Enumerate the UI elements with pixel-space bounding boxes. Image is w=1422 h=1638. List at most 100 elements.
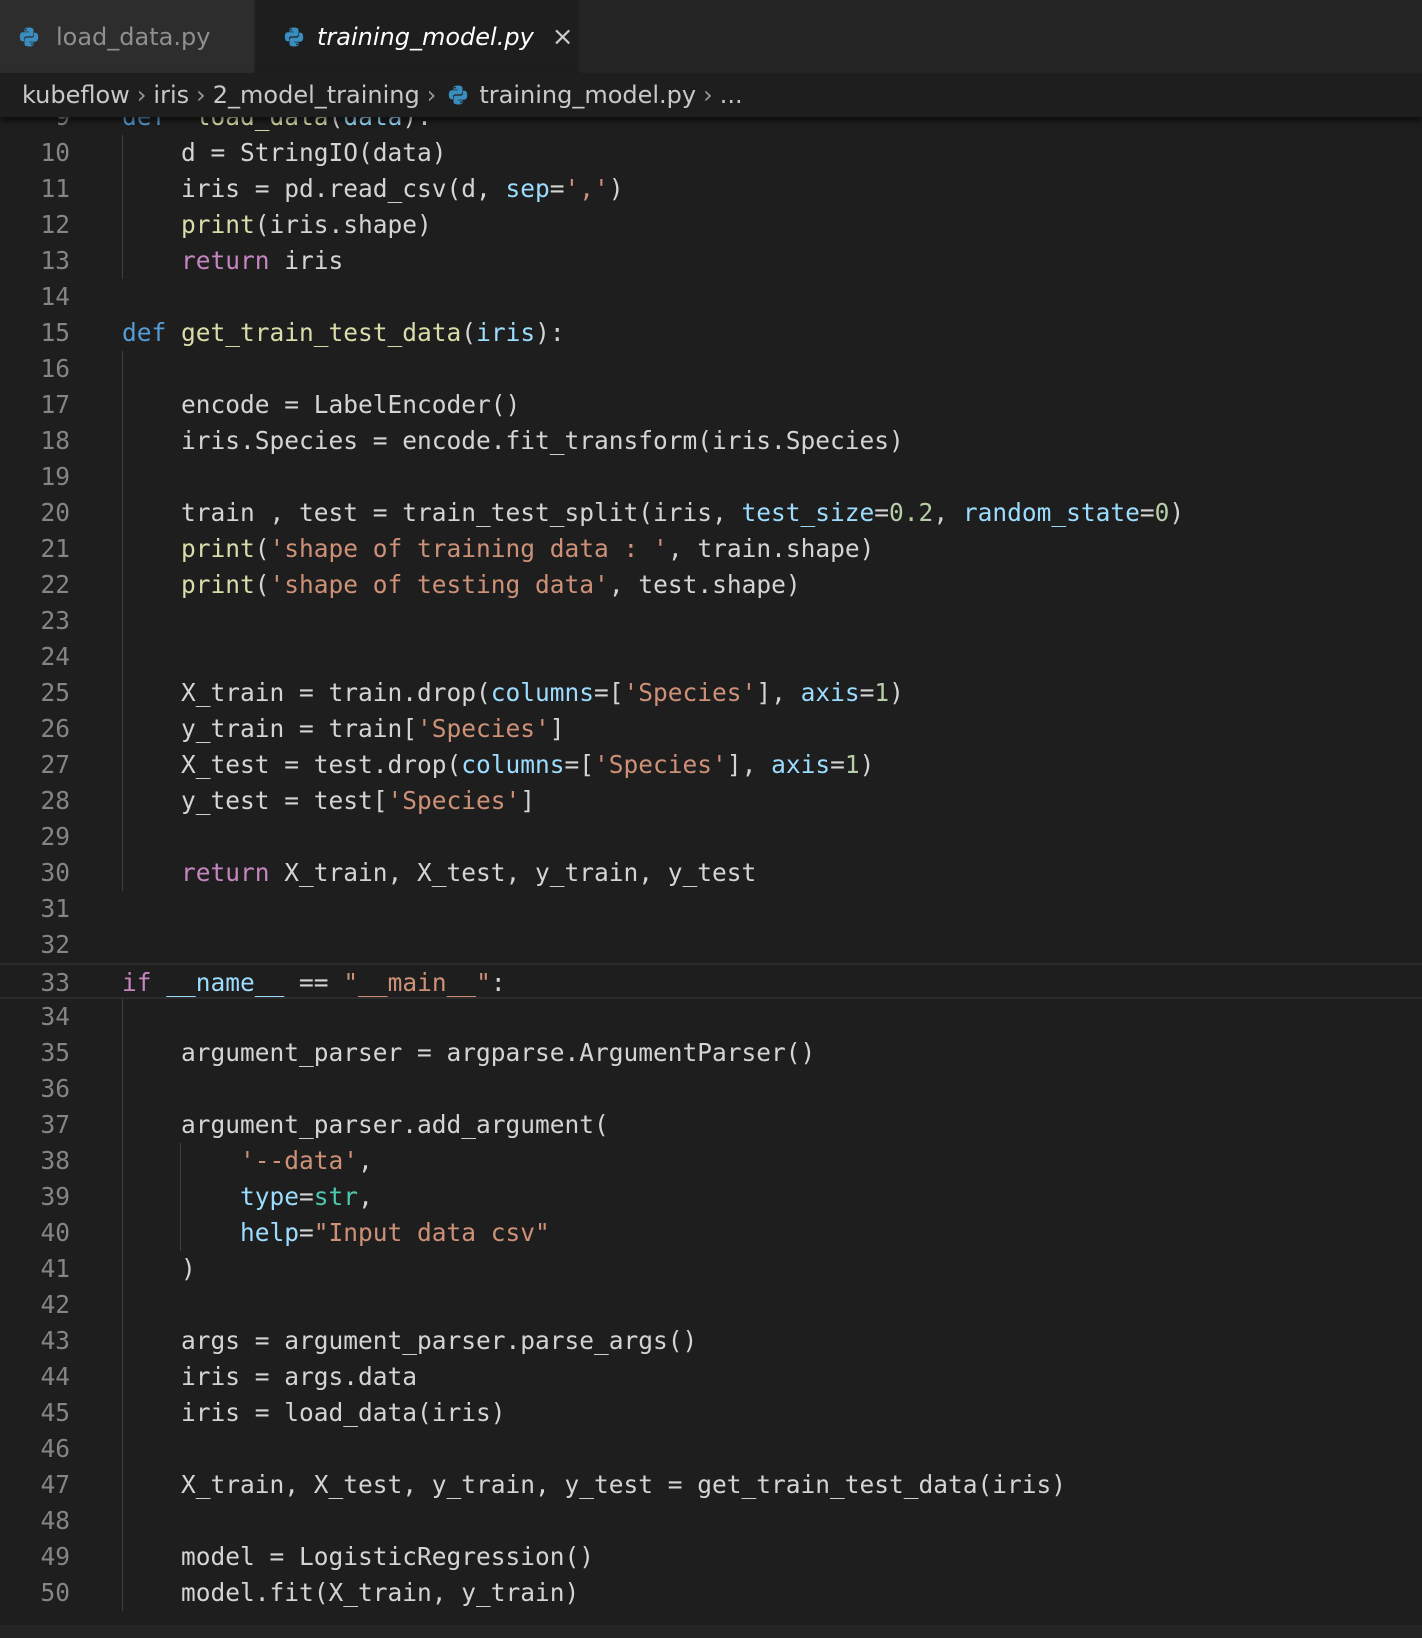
indent-guide [122, 135, 123, 279]
code-line[interactable]: 50 model.fit(X_train, y_train) [0, 1575, 1422, 1611]
code-line[interactable]: 10 d = StringIO(data) [0, 135, 1422, 171]
code-line[interactable]: 26 y_train = train['Species'] [0, 711, 1422, 747]
code-line[interactable]: 37 argument_parser.add_argument( [0, 1107, 1422, 1143]
code-line[interactable]: 35 argument_parser = argparse.ArgumentPa… [0, 1035, 1422, 1071]
code-line[interactable]: 43 args = argument_parser.parse_args() [0, 1323, 1422, 1359]
code-token: argument_parser.add_argument( [122, 1110, 609, 1139]
code-line[interactable]: 49 model = LogisticRegression() [0, 1539, 1422, 1575]
code-line[interactable]: 13 return iris [0, 243, 1422, 279]
breadcrumb-item[interactable]: ... [720, 81, 743, 109]
code-line[interactable]: 48 [0, 1503, 1422, 1539]
line-number: 11 [40, 174, 70, 203]
line-number: 14 [40, 282, 70, 311]
code-line[interactable]: 39 type=str, [0, 1179, 1422, 1215]
code-line[interactable]: 34 [0, 999, 1422, 1035]
code-token: y_test = test[ [122, 786, 388, 815]
code-line[interactable]: 17 encode = LabelEncoder() [0, 387, 1422, 423]
code-text: print('shape of training data : ', train… [122, 531, 874, 567]
code-token: 1 [874, 678, 890, 707]
code-token: "Input data csv" [313, 1218, 550, 1247]
line-number: 25 [40, 678, 70, 707]
code-token: test_size [741, 498, 875, 527]
code-line[interactable]: 41 ) [0, 1251, 1422, 1287]
code-line[interactable]: 15 def get_train_test_data(iris): [0, 315, 1422, 351]
code-token: load_data [196, 117, 329, 131]
code-token: : [490, 968, 506, 997]
code-token: ], [756, 678, 801, 707]
code-line[interactable]: 31 [0, 891, 1422, 927]
code-text: X_test = test.drop(columns=['Species'], … [122, 747, 874, 783]
code-text: iris = args.data [122, 1359, 417, 1395]
code-line[interactable]: 22 print('shape of testing data', test.s… [0, 567, 1422, 603]
code-line[interactable]: 21 print('shape of training data : ', tr… [0, 531, 1422, 567]
code-line[interactable]: 19 [0, 459, 1422, 495]
code-line[interactable]: 45 iris = load_data(iris) [0, 1395, 1422, 1431]
code-token: 0.2 [889, 498, 934, 527]
code-token: return [181, 246, 270, 275]
code-line[interactable]: 44 iris = args.data [0, 1359, 1422, 1395]
breadcrumb-item[interactable]: 2_model_training [213, 81, 420, 109]
code-token: iris.Species = encode.fit_transform(iris… [122, 426, 904, 455]
breadcrumb: kubeflow › iris › 2_model_training › tra… [0, 73, 1422, 117]
code-line[interactable]: 20 train , test = train_test_split(iris,… [0, 495, 1422, 531]
code-line[interactable]: 33 if __name__ == "__main__": [0, 963, 1422, 999]
code-line[interactable]: 27 X_test = test.drop(columns=['Species'… [0, 747, 1422, 783]
line-number: 21 [40, 534, 70, 563]
tab-load-data[interactable]: load_data.py [0, 0, 255, 73]
code-token: 'Species' [623, 678, 757, 707]
line-number: 45 [40, 1398, 70, 1427]
code-line[interactable]: 18 iris.Species = encode.fit_transform(i… [0, 423, 1422, 459]
code-line[interactable]: 23 [0, 603, 1422, 639]
breadcrumb-item[interactable]: iris [153, 81, 189, 109]
breadcrumb-item[interactable]: kubeflow [22, 81, 130, 109]
code-token: = [830, 750, 845, 779]
code-line[interactable]: 38 '--data', [0, 1143, 1422, 1179]
code-line[interactable]: 30 return X_train, X_test, y_train, y_te… [0, 855, 1422, 891]
code-text: ) [122, 1251, 196, 1287]
line-number: 47 [40, 1470, 70, 1499]
code-token: ], [726, 750, 772, 779]
code-token: __name__ [166, 968, 285, 997]
code-text: return X_train, X_test, y_train, y_test [122, 855, 756, 891]
code-line[interactable]: 29 [0, 819, 1422, 855]
code-line[interactable]: 42 [0, 1287, 1422, 1323]
code-line[interactable]: 47 X_train, X_test, y_train, y_test = ge… [0, 1467, 1422, 1503]
code-line[interactable]: 25 X_train = train.drop(columns=['Specie… [0, 675, 1422, 711]
code-line[interactable]: 12 print(iris.shape) [0, 207, 1422, 243]
code-token: ) [1169, 498, 1185, 527]
code-line[interactable]: 9 def load_data(data): [0, 117, 1422, 135]
code-line[interactable]: 40 help="Input data csv" [0, 1215, 1422, 1251]
code-line[interactable]: 11 iris = pd.read_csv(d, sep=',') [0, 171, 1422, 207]
code-line[interactable]: 14 [0, 279, 1422, 315]
python-file-icon [19, 27, 39, 46]
breadcrumb-item[interactable]: training_model.py [479, 81, 696, 109]
code-line[interactable]: 28 y_test = test['Species'] [0, 783, 1422, 819]
code-token: model.fit(X_train, y_train) [122, 1578, 580, 1607]
close-icon[interactable]: × [552, 22, 574, 52]
code-token: def [122, 318, 167, 347]
code-token: random_state [962, 498, 1140, 527]
code-token: X_train, X_test, y_train, y_test [269, 858, 757, 887]
code-token: encode = LabelEncoder() [122, 390, 521, 419]
code-line[interactable]: 24 [0, 639, 1422, 675]
line-number: 10 [40, 138, 70, 167]
indent-guide [122, 999, 123, 1611]
code-token: args = argument_parser.parse_args() [122, 1326, 698, 1355]
tab-training-model[interactable]: training_model.py × [255, 0, 580, 73]
code-token: ) [889, 678, 904, 707]
code-line[interactable]: 36 [0, 1071, 1422, 1107]
code-editor[interactable]: 9def load_data(data):10 d = StringIO(dat… [0, 117, 1422, 1625]
code-token: , [358, 1182, 373, 1211]
code-line[interactable]: 32 [0, 927, 1422, 963]
code-token: = [1139, 498, 1155, 527]
code-line[interactable]: 16 [0, 351, 1422, 387]
code-token: print [181, 534, 255, 563]
code-line[interactable]: 46 [0, 1431, 1422, 1467]
line-number: 9 [0, 117, 70, 135]
code-token: type [240, 1182, 300, 1211]
code-token: ( [254, 570, 270, 599]
